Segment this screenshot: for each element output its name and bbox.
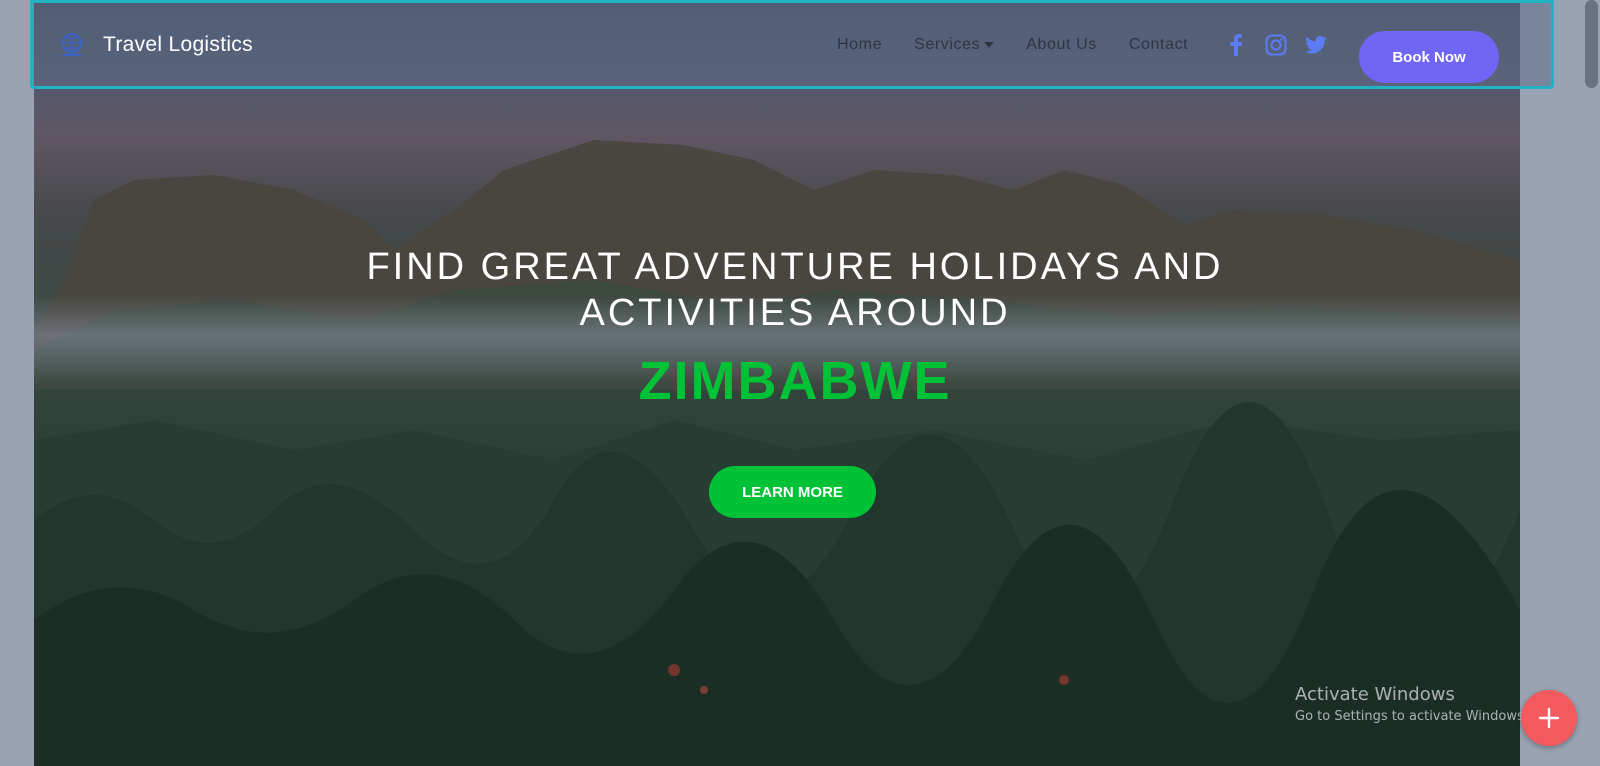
- hero-title-line-2: ACTIVITIES AROUND: [579, 292, 1011, 334]
- nav-contact[interactable]: Contact: [1129, 36, 1188, 54]
- facebook-icon[interactable]: [1225, 33, 1247, 56]
- vertical-scrollbar[interactable]: [1583, 0, 1600, 766]
- hero-accent-text: ZIMBABWE: [638, 351, 952, 411]
- instagram-icon[interactable]: [1265, 34, 1287, 56]
- nav-about-us[interactable]: About Us: [1026, 36, 1097, 54]
- brand-name: Travel Logistics: [103, 32, 253, 56]
- book-now-button[interactable]: Book Now: [1359, 31, 1499, 83]
- social-links: [1225, 3, 1345, 86]
- plus-icon: [1538, 707, 1560, 729]
- hero-title-line-1: FIND GREAT ADVENTURE HOLIDAYS AND: [366, 246, 1224, 288]
- brand[interactable]: Travel Logistics: [57, 30, 253, 60]
- globe-icon: [57, 30, 87, 60]
- floating-action-button[interactable]: [1521, 690, 1577, 746]
- twitter-icon[interactable]: [1305, 34, 1327, 56]
- watermark-title: Activate Windows: [1295, 684, 1455, 705]
- watermark-subtitle: Go to Settings to activate Windows.: [1295, 709, 1528, 724]
- nav-services[interactable]: Services: [914, 35, 995, 54]
- nav-menu: Home Services About Us Contact: [837, 3, 1220, 86]
- nav-services-label: Services: [914, 35, 981, 53]
- caret-down-icon: [984, 41, 995, 48]
- windows-activation-watermark: Activate Windows Go to Settings to activ…: [1295, 684, 1528, 724]
- nav-home[interactable]: Home: [837, 36, 882, 54]
- scrollbar-thumb[interactable]: [1585, 0, 1598, 88]
- learn-more-button[interactable]: LEARN MORE: [709, 466, 876, 518]
- hero-title: FIND GREAT ADVENTURE HOLIDAYS AND ACTIVI…: [300, 244, 1290, 336]
- top-navbar: Travel Logistics Home Services About Us …: [30, 0, 1554, 89]
